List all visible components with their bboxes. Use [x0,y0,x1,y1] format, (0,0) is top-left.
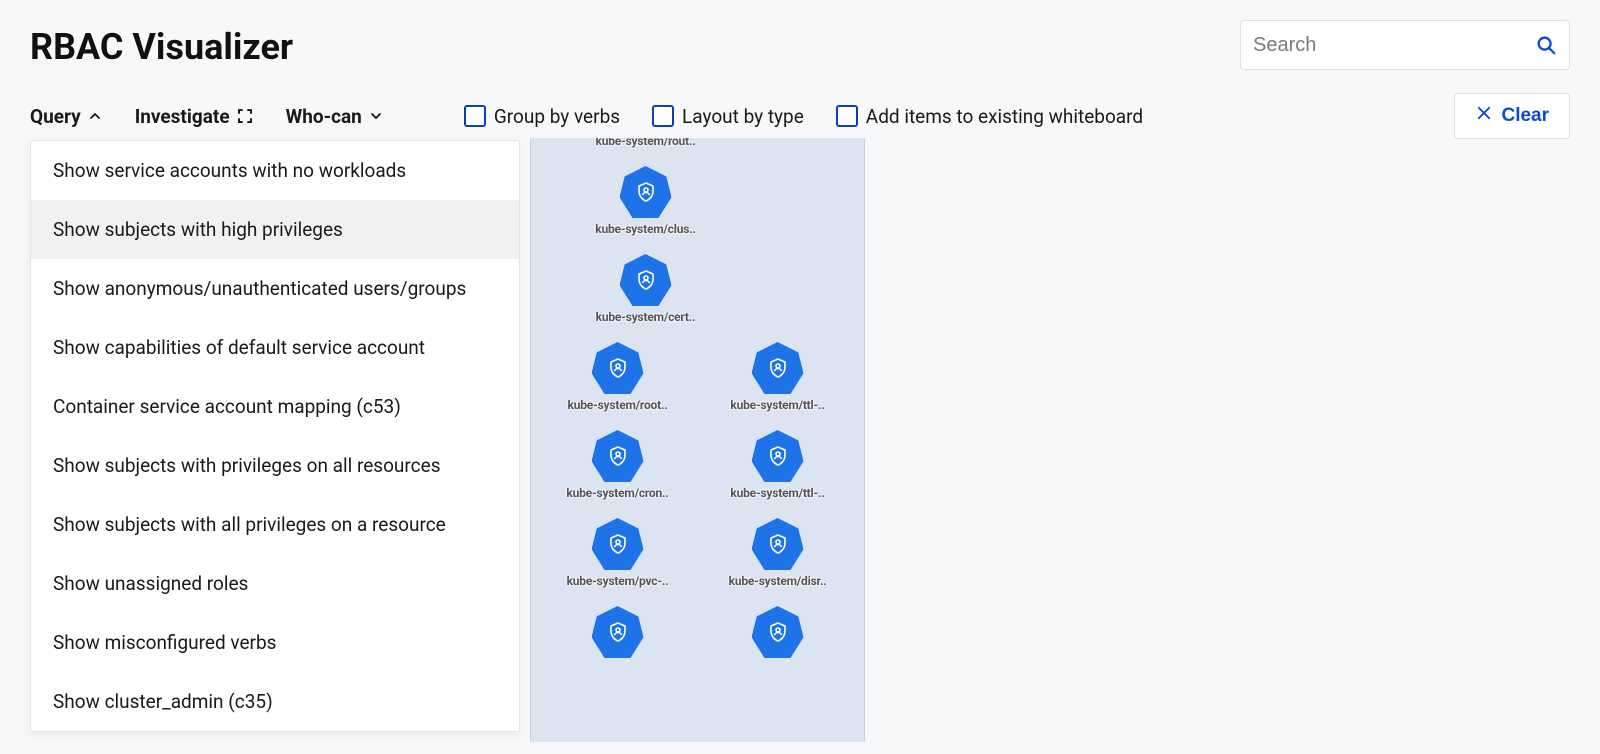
query-menu-item[interactable]: Show anonymous/unauthenticated users/gro… [31,259,519,318]
checkbox-icon [836,105,858,127]
search-input-container[interactable] [1240,20,1570,70]
shield-user-icon [592,518,644,570]
service-account-node[interactable]: kube-system/disr.. [703,518,853,588]
shield-user-icon [592,606,644,658]
node-label: kube-system/ttl-.. [730,398,824,412]
chevron-down-icon [368,108,384,124]
menu-whocan-label: Who-can [286,105,362,128]
focus-icon [236,107,254,125]
shield-user-icon [620,254,672,306]
search-input[interactable] [1253,34,1535,57]
page-title: RBAC Visualizer [30,26,293,68]
menu-investigate[interactable]: Investigate [135,105,254,128]
menu-investigate-label: Investigate [135,105,230,128]
checkbox-label: Layout by type [682,105,804,128]
checkbox-label: Add items to existing whiteboard [866,105,1143,128]
checkbox-label: Group by verbs [494,105,620,128]
clear-button[interactable]: Clear [1454,93,1570,139]
query-menu-item[interactable]: Show cluster_admin (c35) [31,672,519,731]
query-menu-item[interactable]: Show service accounts with no workloads [31,141,519,200]
service-account-node[interactable]: kube-system/cron.. [543,430,693,500]
checkbox-icon [464,105,486,127]
shield-user-icon [752,518,804,570]
service-account-node[interactable] [703,606,853,658]
search-icon[interactable] [1535,34,1557,56]
node-label: kube-system/clus.. [595,222,696,236]
query-menu-item[interactable]: Show capabilities of default service acc… [31,318,519,377]
chevron-up-icon [87,108,103,124]
checkbox-icon [652,105,674,127]
node-label: kube-system/rout.. [596,138,696,148]
menu-query[interactable]: Query [30,105,103,128]
query-menu-item[interactable]: Show subjects with high privileges [31,200,519,259]
query-dropdown: Show service accounts with no workloadsS… [30,140,520,732]
shield-user-icon [752,606,804,658]
menu-query-label: Query [30,105,81,128]
shield-user-icon [592,342,644,394]
service-account-node[interactable]: kube-system/ttl-.. [703,342,853,412]
node-label: kube-system/ttl-.. [730,486,824,500]
shield-user-icon [592,430,644,482]
whiteboard-canvas[interactable]: kube-system/rout.. kube-system/clus.. kube… [530,138,865,742]
node-label: kube-system/disr.. [729,574,827,588]
service-account-node[interactable]: kube-system/pvc-.. [543,518,693,588]
shield-user-icon [620,166,672,218]
close-icon [1475,104,1493,128]
query-menu-item[interactable]: Container service account mapping (c53) [31,377,519,436]
service-account-node[interactable]: kube-system/cert.. [571,254,721,324]
service-account-node[interactable]: kube-system/root.. [543,342,693,412]
node-label: kube-system/root.. [567,398,667,412]
shield-user-icon [752,430,804,482]
shield-user-icon [752,342,804,394]
query-menu-item[interactable]: Show unassigned roles [31,554,519,613]
menu-whocan[interactable]: Who-can [286,105,384,128]
checkbox-group-by-verbs[interactable]: Group by verbs [464,105,620,128]
clear-button-label: Clear [1501,105,1549,127]
checkbox-add-items[interactable]: Add items to existing whiteboard [836,105,1143,128]
query-menu-item[interactable]: Show subjects with privileges on all res… [31,436,519,495]
node-label: kube-system/cron.. [566,486,668,500]
service-account-node[interactable] [543,606,693,658]
node-label: kube-system/cert.. [596,310,696,324]
query-menu-item[interactable]: Show subjects with all privileges on a r… [31,495,519,554]
service-account-node[interactable]: kube-system/ttl-.. [703,430,853,500]
query-menu-item[interactable]: Show misconfigured verbs [31,613,519,672]
checkbox-layout-by-type[interactable]: Layout by type [652,105,804,128]
service-account-node[interactable]: kube-system/clus.. [571,166,721,236]
toolbar: Query Investigate Who-can Group by v [30,100,1570,132]
service-account-node[interactable]: kube-system/rout.. [571,138,721,148]
node-label: kube-system/pvc-.. [567,574,669,588]
